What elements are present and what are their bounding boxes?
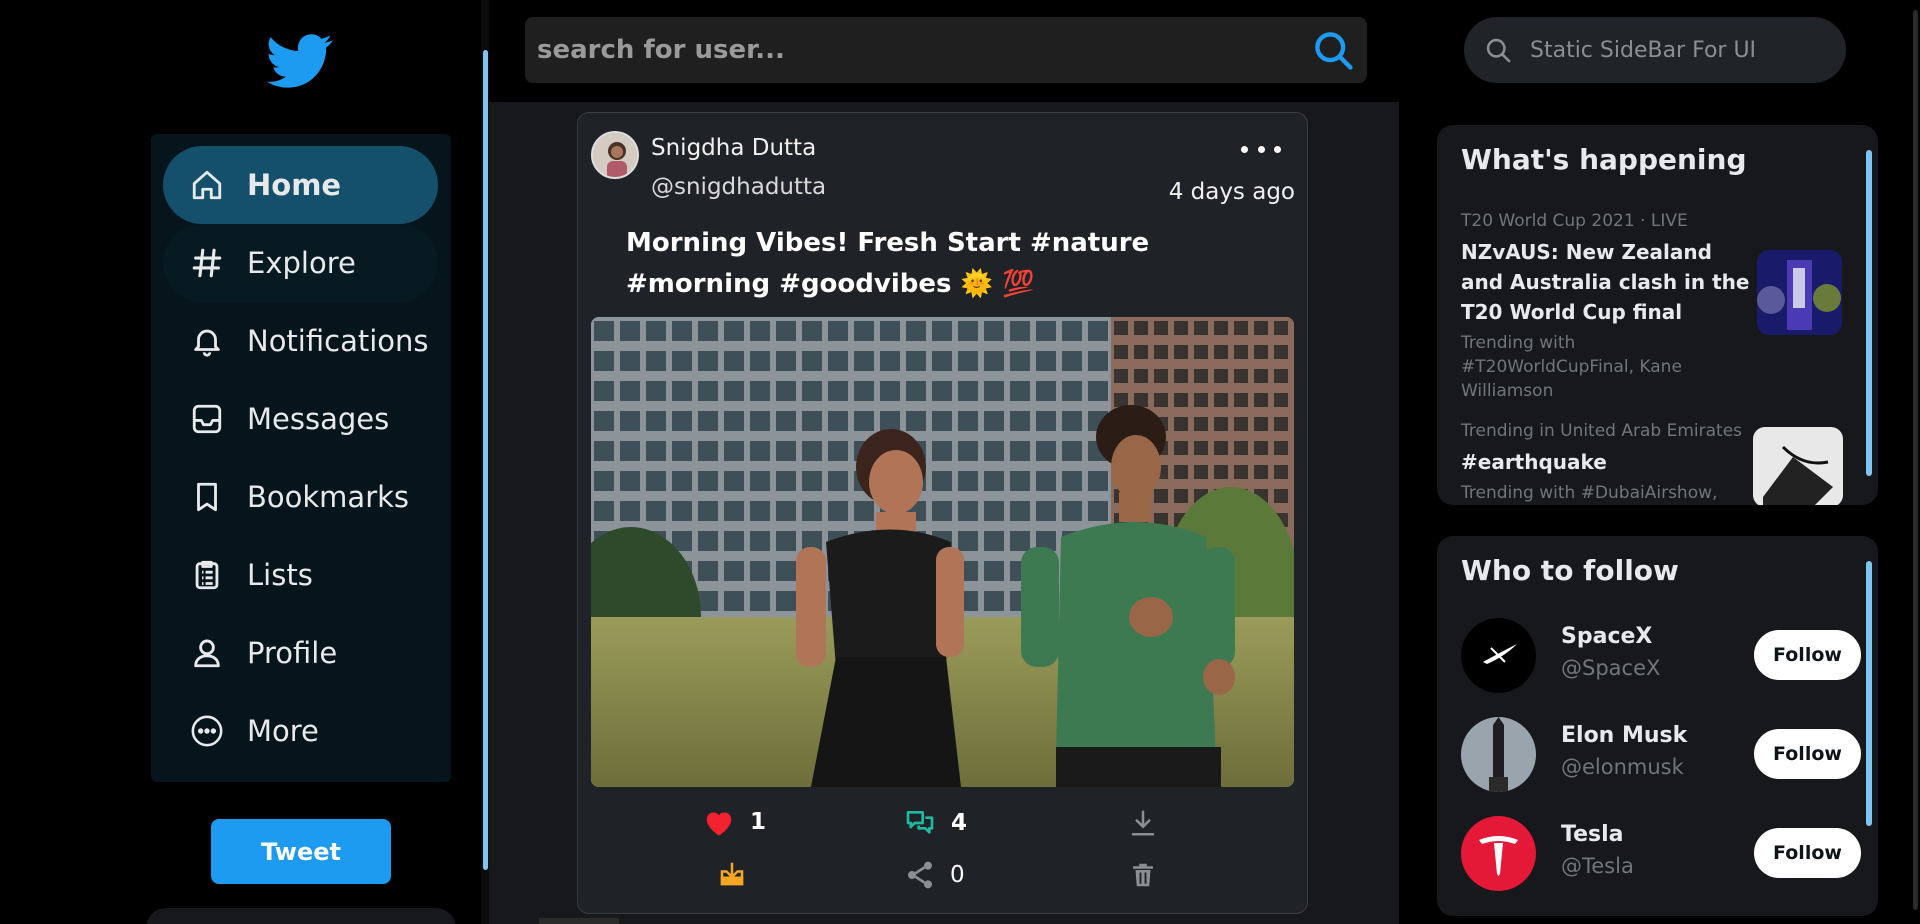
twitter-logo-icon[interactable]: [267, 28, 333, 94]
nav-label-more: More: [247, 714, 319, 748]
nav-label-bookmarks: Bookmarks: [247, 480, 410, 514]
post-card: Snigdha Dutta @snigdhadutta 4 days ago M…: [577, 112, 1308, 914]
trend-meta: Trending in United Arab Emirates: [1461, 421, 1743, 441]
author-name[interactable]: Snigdha Dutta: [651, 135, 816, 161]
trend-title: NZvAUS: New Zealand and Australia clash …: [1461, 240, 1750, 324]
follow-handle: @Tesla: [1561, 854, 1634, 878]
who-to-follow-title: Who to follow: [1461, 554, 1679, 587]
save-button[interactable]: [716, 859, 748, 889]
trend-sub: Trending with #DubaiAirshow,: [1461, 483, 1718, 503]
home-icon: [189, 167, 225, 203]
like-button[interactable]: 1: [702, 807, 766, 837]
whats-happening-panel: What's happening T20 World Cup 2021 · LI…: [1437, 125, 1878, 505]
trend-title: #earthquake: [1461, 450, 1607, 474]
follow-suggestion: Elon Musk @elonmusk Follow: [1461, 717, 1861, 795]
nav-label-messages: Messages: [247, 402, 390, 436]
follow-handle: @SpaceX: [1561, 656, 1661, 680]
post-text: Morning Vibes! Fresh Start #nature #morn…: [626, 228, 1150, 299]
bell-icon: [189, 323, 225, 359]
elon-musk-avatar[interactable]: [1461, 717, 1536, 792]
like-count: 1: [750, 809, 767, 835]
nav-label-home: Home: [247, 168, 342, 202]
author-handle[interactable]: @snigdhadutta: [651, 174, 826, 200]
save-tray-icon: [720, 862, 744, 886]
sidebar-search-bar: [1464, 17, 1846, 83]
trends-scrollbar[interactable]: [1866, 150, 1872, 476]
trend-thumbnail[interactable]: [1753, 427, 1843, 505]
author-avatar[interactable]: [591, 131, 639, 179]
follow-suggestion: SpaceX @SpaceX Follow: [1461, 618, 1861, 696]
trash-icon: [1133, 863, 1153, 887]
follow-button[interactable]: Follow: [1754, 630, 1861, 680]
trend-item[interactable]: T20 World Cup 2021 · LIVE NZvAUS: New Ze…: [1461, 211, 1751, 403]
heart-icon: [706, 812, 732, 836]
follow-name[interactable]: Elon Musk: [1561, 723, 1687, 748]
person-icon: [189, 635, 225, 671]
hashtag-icon: [189, 245, 225, 281]
sidebar-search-input[interactable]: [1530, 37, 1846, 63]
nav-item-lists[interactable]: Lists: [163, 536, 438, 614]
clipboard-list-icon: [189, 557, 225, 593]
feed-horizontal-scrollbar[interactable]: [539, 918, 619, 924]
trend-item[interactable]: Trending in United Arab Emirates #earthq…: [1461, 421, 1751, 505]
nav-label-explore: Explore: [247, 246, 356, 280]
share-button[interactable]: 0: [904, 859, 965, 891]
comment-count: 4: [951, 810, 968, 836]
main-nav: Home Explore Notifications Messages Book…: [151, 134, 451, 782]
download-icon: [1131, 810, 1155, 836]
post-image[interactable]: [591, 317, 1294, 787]
follow-suggestion: Tesla @Tesla Follow: [1461, 816, 1861, 894]
follow-name[interactable]: SpaceX: [1561, 624, 1652, 649]
follow-scrollbar[interactable]: [1866, 561, 1872, 826]
inbox-icon: [189, 401, 225, 437]
spacex-avatar[interactable]: [1461, 618, 1536, 693]
feed: Snigdha Dutta @snigdhadutta 4 days ago M…: [489, 0, 1399, 924]
user-search-input[interactable]: [525, 17, 1311, 83]
trend-meta: T20 World Cup 2021 · LIVE: [1461, 211, 1688, 231]
account-switcher[interactable]: [146, 908, 456, 924]
tweet-button[interactable]: Tweet: [211, 819, 391, 884]
follow-button[interactable]: Follow: [1754, 729, 1861, 779]
follow-handle: @elonmusk: [1561, 755, 1684, 779]
sidebar-scrollbar[interactable]: [481, 0, 489, 924]
follow-name[interactable]: Tesla: [1561, 822, 1624, 847]
whats-happening-title: What's happening: [1461, 143, 1747, 176]
search-icon: [1486, 38, 1511, 63]
user-search-bar: [525, 17, 1367, 83]
tesla-avatar[interactable]: [1461, 816, 1536, 891]
nav-item-more[interactable]: More: [163, 692, 438, 770]
post-timestamp: 4 days ago: [1168, 179, 1295, 205]
search-icon[interactable]: [1311, 28, 1355, 72]
page-scrollbar-thumb[interactable]: [1913, 10, 1918, 910]
trend-sub: Trending with #T20WorldCupFinal, Kane Wi…: [1461, 333, 1682, 401]
page-scrollbar[interactable]: [1911, 0, 1920, 924]
more-circle-icon: [189, 713, 225, 749]
left-sidebar: Home Explore Notifications Messages Book…: [0, 0, 489, 924]
download-button[interactable]: [1128, 807, 1158, 839]
nav-item-messages[interactable]: Messages: [163, 380, 438, 458]
comment-button[interactable]: 4: [903, 807, 967, 839]
who-to-follow-panel: Who to follow SpaceX @SpaceX Follow Elon…: [1437, 536, 1878, 916]
sidebar-scrollbar-thumb[interactable]: [483, 50, 488, 870]
delete-button[interactable]: [1128, 859, 1158, 891]
post-options-icon[interactable]: [1241, 139, 1281, 159]
trend-thumbnail[interactable]: [1757, 250, 1842, 335]
nav-label-lists: Lists: [247, 558, 313, 592]
right-sidebar: What's happening T20 World Cup 2021 · LI…: [1399, 0, 1920, 924]
share-icon: [908, 861, 932, 889]
nav-item-home[interactable]: Home: [163, 146, 438, 224]
nav-label-profile: Profile: [247, 636, 338, 670]
bookmark-icon: [189, 479, 225, 515]
nav-item-profile[interactable]: Profile: [163, 614, 438, 692]
feed-header: [489, 0, 1399, 102]
share-count: 0: [950, 862, 965, 888]
follow-button[interactable]: Follow: [1754, 828, 1861, 878]
nav-item-bookmarks[interactable]: Bookmarks: [163, 458, 438, 536]
nav-label-notifications: Notifications: [247, 324, 429, 358]
nav-item-notifications[interactable]: Notifications: [163, 302, 438, 380]
comments-icon: [906, 811, 934, 834]
nav-item-explore[interactable]: Explore: [163, 224, 438, 302]
